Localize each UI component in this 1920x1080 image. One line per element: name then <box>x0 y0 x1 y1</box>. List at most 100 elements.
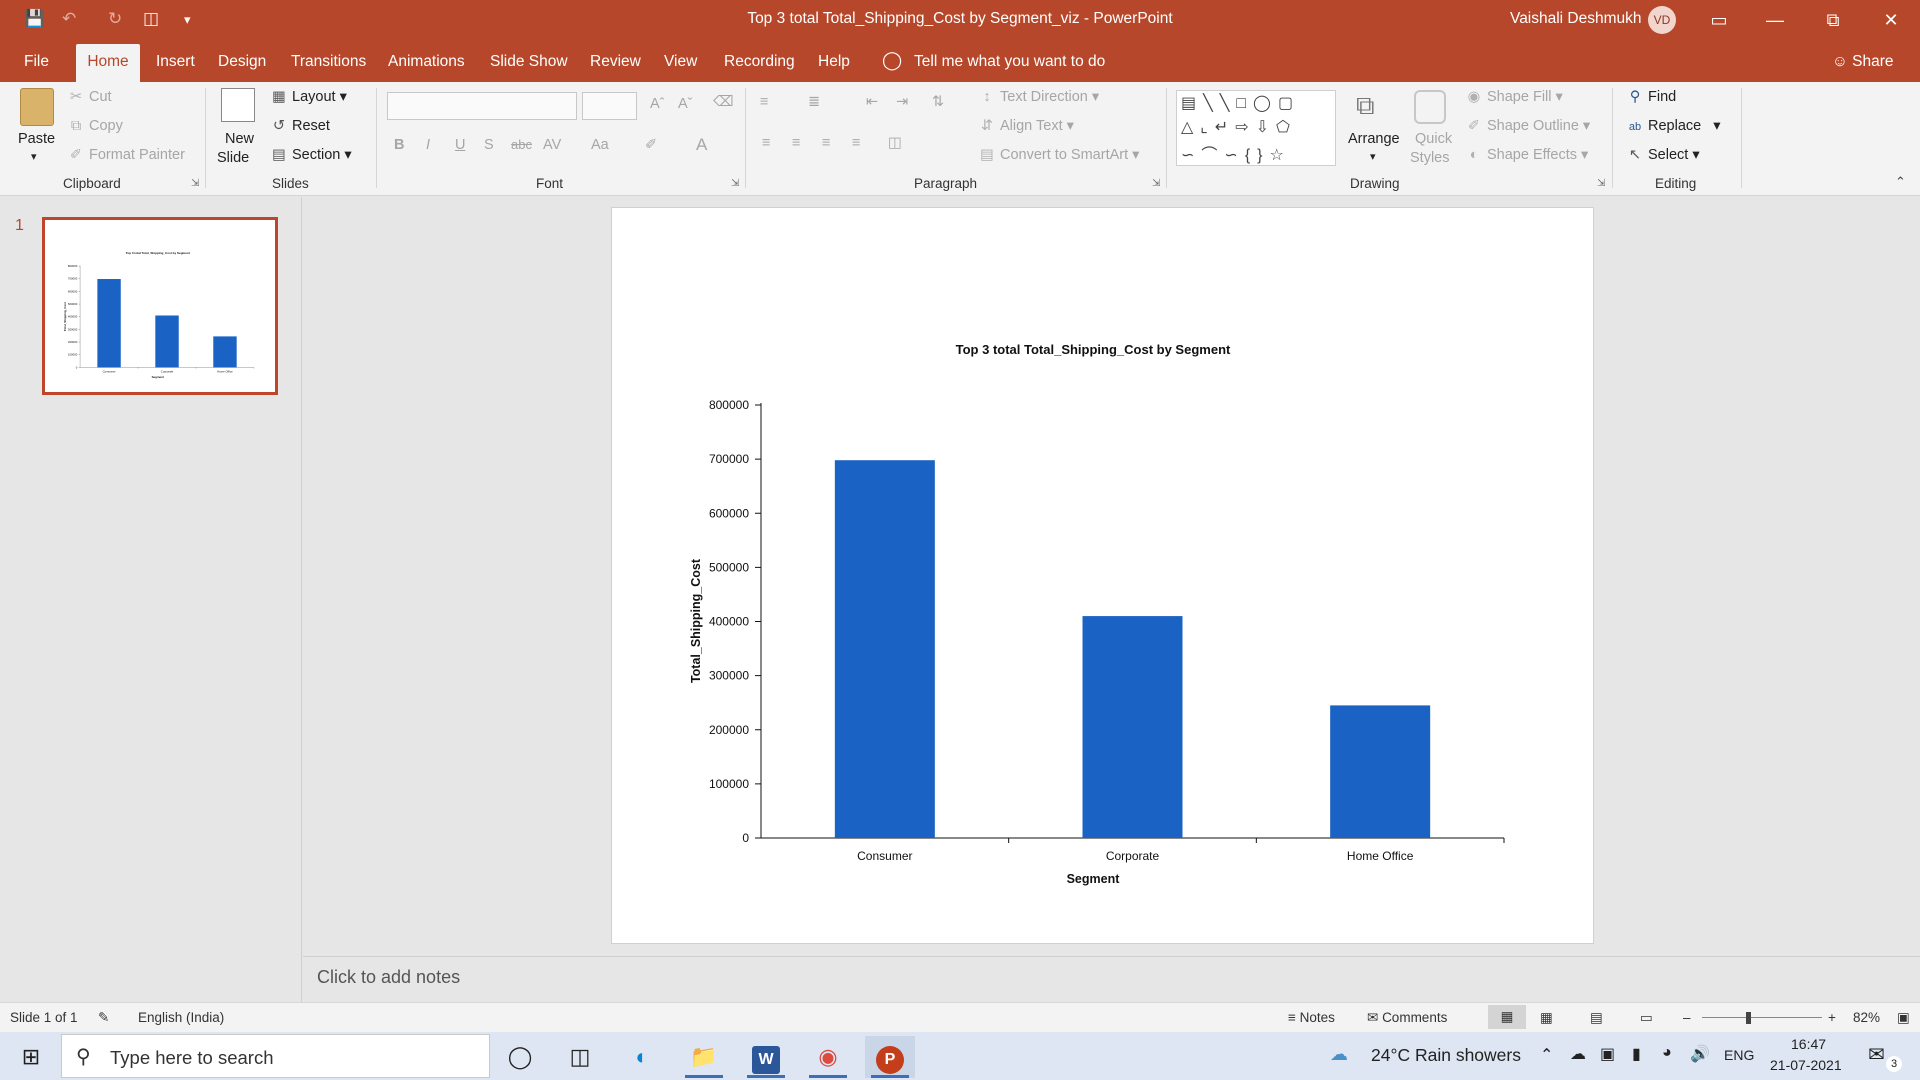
clear-formatting-icon[interactable]: ⌫ <box>713 94 734 110</box>
customize-qat-icon[interactable]: ▾ <box>184 12 191 28</box>
normal-view-icon[interactable]: ▦ <box>1488 1005 1526 1029</box>
tab-file[interactable]: File <box>24 53 49 71</box>
tab-design[interactable]: Design <box>218 53 266 71</box>
user-name[interactable]: Vaishali Deshmukh <box>1510 10 1642 28</box>
word-icon[interactable]: W <box>741 1036 791 1078</box>
columns-icon[interactable]: ◫ <box>888 135 902 151</box>
decrease-indent-icon[interactable]: ⇤ <box>866 94 878 110</box>
select-button[interactable]: ↖ Select ▾ <box>1627 147 1700 163</box>
reset-button[interactable]: ↺ Reset <box>271 118 330 134</box>
increase-indent-icon[interactable]: ⇥ <box>896 94 908 110</box>
align-center-icon[interactable]: ≡ <box>792 135 800 151</box>
wifi-icon[interactable]: ◕ <box>1662 1044 1672 1062</box>
slideshow-view-icon[interactable]: ▭ <box>1640 1010 1653 1026</box>
font-size-select[interactable] <box>582 92 637 120</box>
underline-icon[interactable]: U <box>455 137 465 153</box>
italic-icon[interactable]: I <box>426 137 430 153</box>
notes-placeholder[interactable]: Click to add notes <box>317 967 460 988</box>
shapes-gallery[interactable]: ▤╲╲□◯▢ △⌞↵⇨⇩⬠ ∽⌒∽{}☆ <box>1176 90 1336 166</box>
font-launcher-icon[interactable]: ⇲ <box>731 178 739 189</box>
increase-font-icon[interactable]: Aˆ <box>650 96 665 112</box>
close-button[interactable]: ✕ <box>1871 6 1911 34</box>
input-language[interactable]: ENG <box>1724 1047 1754 1063</box>
clock-date[interactable]: 21-07-2021 <box>1770 1057 1842 1073</box>
tab-home[interactable]: Home <box>76 44 140 82</box>
cut-button[interactable]: ✂ Cut <box>68 89 112 105</box>
show-hidden-icons[interactable]: ⌃ <box>1540 1045 1553 1065</box>
text-direction-button[interactable]: ↕ Text Direction ▾ <box>979 89 1099 105</box>
clock-time[interactable]: 16:47 <box>1791 1036 1826 1052</box>
character-spacing-icon[interactable]: AV <box>543 137 561 153</box>
comments-toggle[interactable]: ✉ Comments <box>1367 1010 1447 1026</box>
meet-now-icon[interactable]: ▣ <box>1600 1044 1615 1064</box>
zoom-slider[interactable] <box>1702 1017 1822 1018</box>
taskbar-search[interactable]: ⚲ Type here to search <box>61 1034 490 1078</box>
redo-icon[interactable]: ↻ <box>108 9 122 29</box>
ribbon-display-icon[interactable]: ▭ <box>1699 6 1739 34</box>
shape-fill-button[interactable]: ◉ Shape Fill ▾ <box>1466 89 1563 105</box>
paste-dropdown-icon[interactable]: ▾ <box>31 150 37 163</box>
tab-insert[interactable]: Insert <box>156 53 195 71</box>
strikethrough-icon[interactable]: abc <box>511 137 532 152</box>
powerpoint-icon[interactable]: P <box>865 1036 915 1078</box>
justify-icon[interactable]: ≡ <box>852 135 860 151</box>
weather-text[interactable]: 24°C Rain showers <box>1371 1045 1521 1066</box>
minimize-button[interactable]: — <box>1755 6 1795 34</box>
onedrive-icon[interactable]: ☁ <box>1570 1044 1586 1064</box>
decrease-font-icon[interactable]: Aˇ <box>678 96 693 112</box>
restore-button[interactable]: ⧉ <box>1813 6 1853 34</box>
tab-slide-show[interactable]: Slide Show <box>490 53 568 71</box>
avatar[interactable]: VD <box>1648 6 1676 34</box>
slide-canvas[interactable]: Top 3 total Total_Shipping_Cost by Segme… <box>612 208 1593 943</box>
tab-animations[interactable]: Animations <box>388 53 465 71</box>
arrange-icon[interactable]: ⧉ <box>1356 90 1390 124</box>
tab-help[interactable]: Help <box>818 53 850 71</box>
paste-button[interactable]: Paste <box>18 131 55 147</box>
zoom-in-button[interactable]: + <box>1828 1010 1836 1025</box>
notes-toggle[interactable]: ≡ Notes <box>1288 1010 1335 1025</box>
shadow-icon[interactable]: S <box>484 137 494 153</box>
shape-effects-button[interactable]: ◐ Shape Effects ▾ <box>1466 147 1589 163</box>
arrange-dropdown-icon[interactable]: ▾ <box>1370 150 1376 163</box>
zoom-level[interactable]: 82% <box>1853 1010 1880 1025</box>
chrome-icon[interactable]: ◉ <box>803 1036 853 1078</box>
numbering-icon[interactable]: ≣ <box>808 94 820 110</box>
paste-icon[interactable] <box>20 88 54 126</box>
drawing-launcher-icon[interactable]: ⇲ <box>1597 178 1605 189</box>
highlight-icon[interactable]: ✐ <box>645 137 657 153</box>
quick-styles-label-1[interactable]: Quick <box>1415 131 1452 147</box>
convert-smartart-button[interactable]: ▤ Convert to SmartArt ▾ <box>979 147 1139 163</box>
new-slide-label-2[interactable]: Slide <box>217 150 249 166</box>
language-status[interactable]: English (India) <box>138 1010 224 1025</box>
align-left-icon[interactable]: ≡ <box>762 135 770 151</box>
slide-thumbnail[interactable]: Top 3 total Total_Shipping_Cost by Segme… <box>42 217 278 395</box>
cortana-icon[interactable]: ◯ <box>495 1036 545 1078</box>
tab-review[interactable]: Review <box>590 53 641 71</box>
start-from-beginning-icon[interactable]: ◫ <box>143 9 159 29</box>
bold-icon[interactable]: B <box>394 137 404 153</box>
tab-transitions[interactable]: Transitions <box>291 53 366 71</box>
replace-button[interactable]: ab Replace ▾ <box>1627 118 1721 134</box>
slide-sorter-icon[interactable]: ▦ <box>1540 1010 1553 1026</box>
task-view-icon[interactable]: ◫ <box>555 1036 605 1078</box>
find-button[interactable]: ⚲ Find <box>1627 89 1677 105</box>
notifications-icon[interactable]: ✉ <box>1868 1042 1885 1067</box>
align-text-button[interactable]: ⇵ Align Text ▾ <box>979 118 1074 134</box>
line-spacing-icon[interactable]: ⇅ <box>932 94 944 110</box>
tab-recording[interactable]: Recording <box>724 53 795 71</box>
change-case-icon[interactable]: Aa <box>591 137 609 153</box>
save-icon[interactable]: 💾 <box>24 9 45 29</box>
new-slide-icon[interactable] <box>221 88 255 122</box>
format-painter-button[interactable]: ✐ Format Painter <box>68 147 185 163</box>
accessibility-icon[interactable]: ✎ <box>98 1010 109 1026</box>
battery-icon[interactable]: ▮ <box>1632 1044 1641 1064</box>
quick-styles-icon[interactable] <box>1414 90 1446 124</box>
edge-icon[interactable]: ◐ <box>617 1036 667 1078</box>
section-button[interactable]: ▤ Section ▾ <box>271 147 352 163</box>
reading-view-icon[interactable]: ▤ <box>1590 1010 1603 1026</box>
share-button[interactable]: ☺ Share <box>1832 53 1894 71</box>
clipboard-launcher-icon[interactable]: ⇲ <box>191 178 199 189</box>
paragraph-launcher-icon[interactable]: ⇲ <box>1152 178 1160 189</box>
align-right-icon[interactable]: ≡ <box>822 135 830 151</box>
new-slide-label-1[interactable]: New <box>225 131 254 147</box>
